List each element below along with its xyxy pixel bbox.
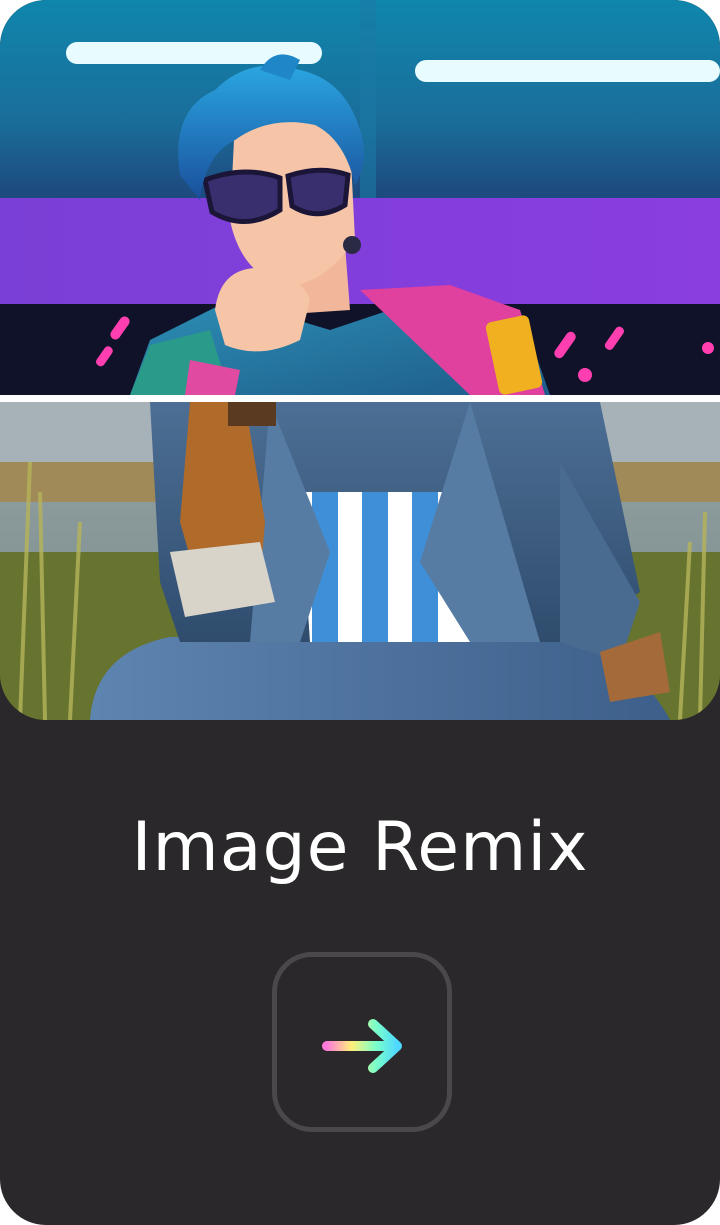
image-remix-card[interactable]: Image Remix <box>0 0 720 1225</box>
original-photo-image <box>0 402 720 720</box>
next-arrow-button[interactable] <box>272 952 452 1132</box>
card-title: Image Remix <box>131 808 589 887</box>
arrow-right-icon <box>322 1019 402 1073</box>
anime-remix-image <box>0 0 720 395</box>
hero-image-panel <box>0 0 720 720</box>
image-divider <box>0 395 720 402</box>
